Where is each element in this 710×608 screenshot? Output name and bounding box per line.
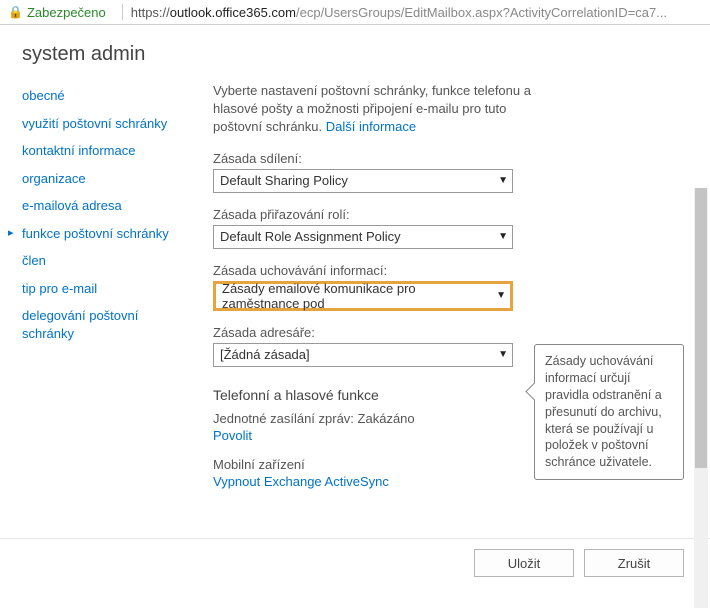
chevron-down-icon: ▼	[498, 349, 508, 360]
nav-usage[interactable]: využití poštovní schránky	[22, 110, 175, 138]
url-path: /ecp/UsersGroups/EditMailbox.aspx?Activi…	[296, 5, 667, 20]
url-scheme: https://	[131, 5, 170, 20]
retention-tooltip: Zásady uchovávání informací určují pravi…	[534, 344, 684, 480]
addressbook-policy-label: Zásada adresáře:	[213, 325, 682, 340]
addressbook-policy-value: [Žádná zásada]	[220, 347, 310, 362]
nav-mailtip[interactable]: tip pro e-mail	[22, 275, 175, 303]
role-policy-label: Zásada přiřazování rolí:	[213, 207, 682, 222]
nav-general[interactable]: obecné	[22, 82, 175, 110]
cancel-button[interactable]: Zrušit	[584, 549, 684, 577]
sharing-policy-label: Zásada sdílení:	[213, 151, 682, 166]
scroll-thumb[interactable]	[695, 188, 707, 468]
role-policy-select[interactable]: Default Role Assignment Policy ▼	[213, 225, 513, 249]
address-bar: 🔒 Zabezpečeno https://outlook.office365.…	[0, 0, 710, 25]
chevron-down-icon: ▼	[498, 175, 508, 186]
more-info-link[interactable]: Další informace	[326, 119, 416, 134]
retention-policy-label: Zásada uchovávání informací:	[213, 263, 682, 278]
nav-mailbox-features[interactable]: funkce poštovní schránky	[22, 220, 175, 248]
sharing-policy-value: Default Sharing Policy	[220, 173, 348, 188]
chevron-down-icon: ▼	[498, 231, 508, 242]
separator	[122, 4, 123, 20]
role-policy-value: Default Role Assignment Policy	[220, 229, 401, 244]
url-domain: outlook.office365.com	[170, 5, 296, 20]
url-display: https://outlook.office365.com/ecp/UsersG…	[131, 5, 667, 20]
um-label: Jednotné zasílání zpráv:	[213, 411, 354, 426]
description: Vyberte nastavení poštovní schránky, fun…	[213, 82, 533, 137]
nav-member[interactable]: člen	[22, 247, 175, 275]
footer: Uložit Zrušit	[0, 538, 710, 591]
lock-icon: 🔒	[8, 5, 23, 19]
addressbook-policy-select[interactable]: [Žádná zásada] ▼	[213, 343, 513, 367]
sidebar-nav: obecné využití poštovní schránky kontakt…	[0, 76, 175, 538]
nav-contact[interactable]: kontaktní informace	[22, 137, 175, 165]
retention-policy-select[interactable]: Zásady emailové komunikace pro zaměstnan…	[213, 281, 513, 311]
nav-email[interactable]: e-mailová adresa	[22, 192, 175, 220]
nav-org[interactable]: organizace	[22, 165, 175, 193]
page-title: system admin	[0, 25, 710, 76]
secure-label: Zabezpečeno	[27, 5, 106, 20]
nav-delegation[interactable]: delegování poštovní schránky	[22, 302, 175, 347]
tooltip-text: Zásady uchovávání informací určují pravi…	[545, 354, 662, 469]
um-status: Zakázáno	[358, 411, 415, 426]
save-button[interactable]: Uložit	[474, 549, 574, 577]
retention-policy-value: Zásady emailové komunikace pro zaměstnan…	[222, 281, 496, 311]
scrollbar[interactable]	[694, 188, 708, 608]
chevron-down-icon: ▼	[496, 290, 506, 301]
sharing-policy-select[interactable]: Default Sharing Policy ▼	[213, 169, 513, 193]
